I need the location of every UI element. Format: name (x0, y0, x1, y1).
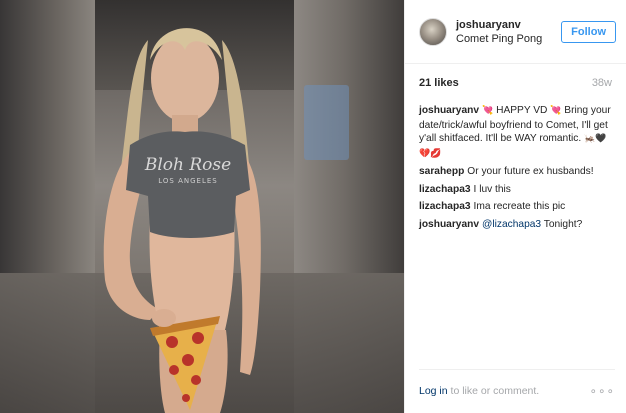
login-link[interactable]: Log in (419, 385, 448, 397)
comment: lizachapa3 Ima recreate this pic (419, 200, 616, 214)
comment: sarahepp Or your future ex husbands! (419, 165, 616, 179)
pepperoni (182, 394, 190, 402)
post-footer: Log in to like or comment. ∘∘∘ (405, 369, 626, 413)
comment-text: HAPPY VD (493, 105, 551, 116)
comment-username[interactable]: sarahepp (419, 166, 464, 177)
comment-text: I luv this (473, 183, 511, 195)
comment-text: Ima recreate this pic (473, 201, 566, 212)
post-time[interactable]: 38w (592, 77, 612, 89)
shirt-print: Bloh Rose (144, 155, 231, 175)
bow-heart-icon: 💘 (482, 106, 494, 116)
login-prompt-text: to like or comment. (447, 385, 540, 397)
hand (152, 309, 176, 327)
comment-username[interactable]: lizachapa3 (419, 184, 471, 195)
author-block: joshuaryanv Comet Ping Pong (456, 18, 561, 46)
comment-username[interactable]: lizachapa3 (419, 201, 471, 212)
post-meta: 21 likes 38w (405, 64, 626, 92)
more-options-icon[interactable]: ∘∘∘ (589, 384, 615, 398)
post-sidebar: joshuaryanv Comet Ping Pong Follow 21 li… (404, 0, 626, 413)
instagram-post: Bloh Rose LOS ANGELES joshuaryanv Comet … (0, 0, 626, 413)
comment: lizachapa3 I luv this (419, 183, 616, 197)
pepperoni (182, 354, 194, 366)
likes-count[interactable]: 21 likes (419, 77, 459, 89)
pepperoni (192, 332, 204, 344)
follow-button[interactable]: Follow (561, 20, 616, 43)
footer-divider (419, 369, 615, 370)
caption: joshuaryanv 💘 HAPPY VD 💘 Bring your date/… (419, 104, 616, 161)
post-photo[interactable]: Bloh Rose LOS ANGELES (0, 0, 404, 413)
avatar[interactable] (419, 17, 447, 46)
pepperoni (169, 365, 179, 375)
comment-text: Or your future ex husbands! (467, 166, 594, 177)
photo-figure: Bloh Rose LOS ANGELES (103, 28, 261, 413)
comment-username[interactable]: joshuaryanv (419, 219, 479, 230)
login-prompt: Log in to like or comment. (419, 385, 539, 397)
pepperoni (191, 375, 201, 385)
comment-list: joshuaryanv 💘 HAPPY VD 💘 Bring your date/… (405, 92, 626, 231)
author-username[interactable]: joshuaryanv (456, 18, 561, 32)
pepperoni (166, 336, 178, 348)
comment-mention[interactable]: @lizachapa3 (482, 219, 541, 230)
comment: joshuaryanv @lizachapa3 Tonight? (419, 218, 616, 232)
comment-username[interactable]: joshuaryanv (419, 105, 479, 116)
bow-heart-icon: 💘 (550, 106, 562, 116)
post-location[interactable]: Comet Ping Pong (456, 32, 561, 46)
shirt-print-sub: LOS ANGELES (158, 177, 217, 185)
comment-text: Tonight? (541, 218, 583, 230)
post-header: joshuaryanv Comet Ping Pong Follow (405, 0, 626, 64)
